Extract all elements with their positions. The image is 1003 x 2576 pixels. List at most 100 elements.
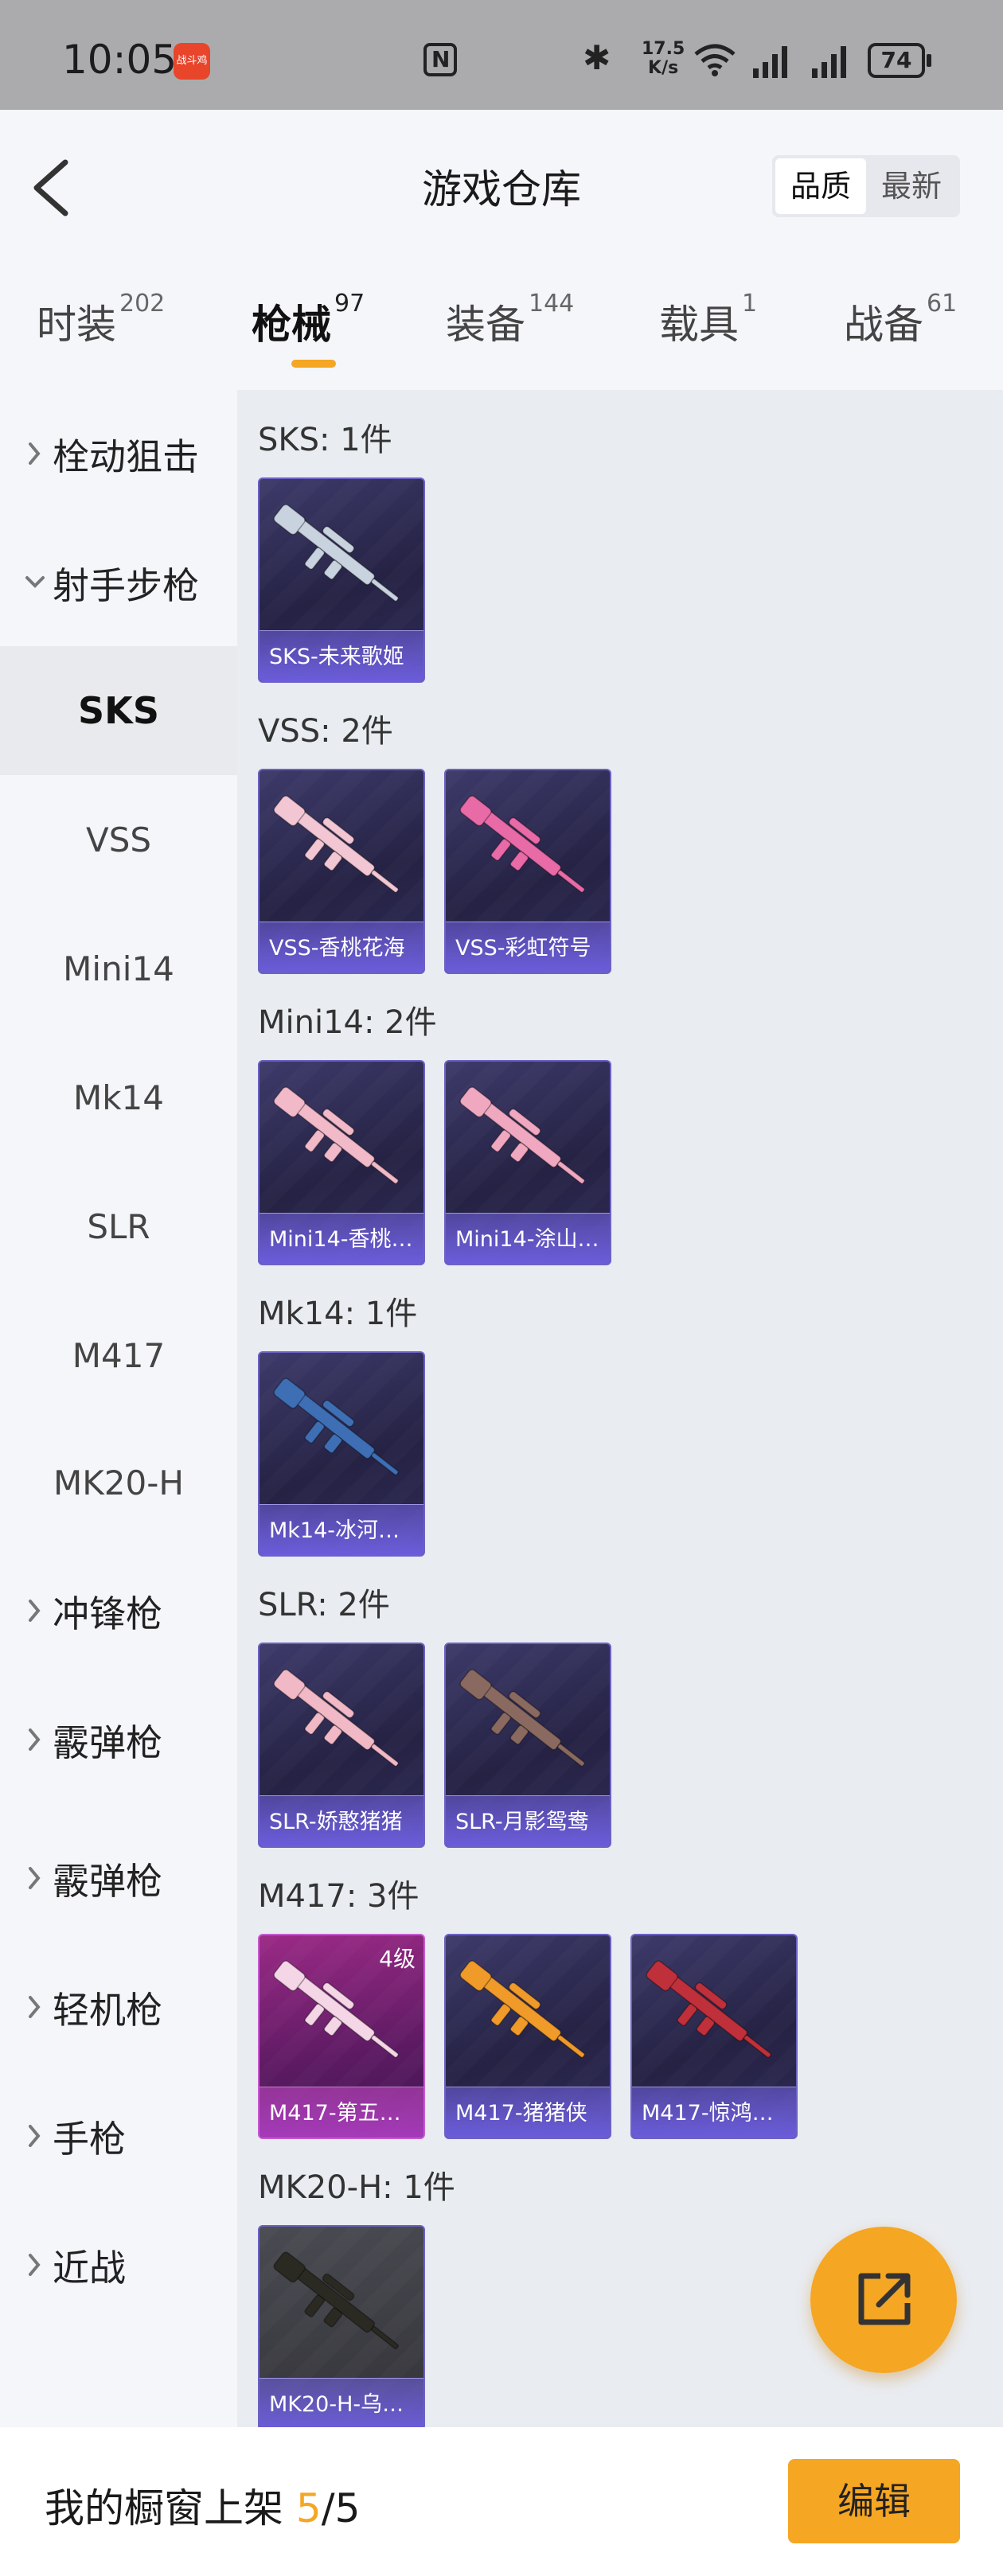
battery-icon: 74 <box>868 43 931 78</box>
sidebar-item-label: VSS <box>85 820 152 859</box>
sidebar-item[interactable]: MK20-H <box>0 1418 237 1547</box>
sidebar-item[interactable]: 栓动狙击 <box>0 390 237 519</box>
tab-label: 装备 <box>446 302 525 348</box>
notification-app-icon: 战斗鸡 <box>174 43 210 80</box>
sidebar-item[interactable]: 近战 <box>0 2201 237 2330</box>
section-title: M417: 3件 <box>258 1878 420 1915</box>
weapon-name: MK20-H-乌… <box>269 2392 404 2417</box>
sidebar-item[interactable]: 手枪 <box>0 2072 237 2201</box>
weapon-card[interactable]: VSS-彩虹符号 <box>444 769 611 974</box>
weapon-card[interactable]: M417-惊鸿… <box>630 1934 798 2139</box>
category-tabs: 时装 202 枪械 97 装备 144 载具 1 战备 61 <box>0 261 1003 390</box>
sidebar-item-label: M417 <box>72 1335 166 1375</box>
weapon-card[interactable]: SLR-娇憨猪猪 <box>258 1643 425 1848</box>
sort-toggle: 品质 最新 <box>772 155 960 217</box>
tab-firearms[interactable]: 枪械 97 <box>252 290 365 350</box>
sidebar-item[interactable]: SKS <box>0 646 237 775</box>
rifle-icon <box>273 1669 400 1767</box>
weapon-name: M417-猪猪侠 <box>455 2101 587 2126</box>
network-speed: 17.5 K/s <box>642 40 685 78</box>
sidebar-item-label: 霰弹枪 <box>53 1860 162 1903</box>
section-title: Mk14: 1件 <box>258 1296 418 1332</box>
tab-label: 载具 <box>659 302 739 348</box>
weapon-name: SLR-娇憨猪猪 <box>269 1810 403 1834</box>
weapon-card[interactable]: SLR-月影鸳鸯 <box>444 1643 611 1848</box>
tab-count: 202 <box>119 290 166 318</box>
sidebar-item[interactable]: Mk14 <box>0 1033 237 1162</box>
showcase-total: 5 <box>334 2485 361 2531</box>
net-speed-unit: K/s <box>648 58 679 78</box>
weapon-card[interactable]: MK20-H-乌… <box>258 2225 425 2430</box>
signal-icon-2 <box>812 46 846 78</box>
sidebar-item-label: Mk14 <box>72 1078 164 1117</box>
showcase-separator: / <box>321 2485 335 2531</box>
sidebar-item-label: 手枪 <box>53 2118 126 2161</box>
tab-fashion[interactable]: 时装 202 <box>37 290 166 350</box>
sidebar-item[interactable]: 射手步枪 <box>0 519 237 648</box>
showcase-label: 我的橱窗上架 <box>45 2485 283 2531</box>
sidebar-item[interactable]: Mini14 <box>0 904 237 1033</box>
status-time: 10:05 <box>62 37 178 83</box>
sidebar-item[interactable]: 霰弹枪 <box>0 1814 237 1943</box>
weapon-card[interactable]: SKS-未来歌姬 <box>258 477 425 683</box>
chevron-right-icon <box>29 442 41 465</box>
sidebar-item[interactable]: 霰弹枪 <box>0 1676 237 1805</box>
tab-label: 枪械 <box>252 302 331 348</box>
signal-icon <box>753 46 787 78</box>
sidebar-item-label: MK20-H <box>53 1463 184 1502</box>
rifle-icon <box>459 795 586 894</box>
showcase-status: 我的橱窗上架 5/5 <box>45 2477 360 2534</box>
chevron-right-icon <box>29 1728 41 1751</box>
sort-newest-button[interactable]: 最新 <box>866 158 957 214</box>
rifle-icon <box>459 1669 586 1767</box>
tab-vehicles[interactable]: 载具 1 <box>659 290 757 350</box>
tab-label: 时装 <box>37 302 116 348</box>
sidebar-item-label: 轻机枪 <box>53 1989 162 2032</box>
chevron-right-icon <box>29 1867 41 1889</box>
chevron-down-icon <box>25 576 45 588</box>
tab-count: 61 <box>927 290 958 318</box>
sidebar-item[interactable]: 轻机枪 <box>0 1943 237 2072</box>
sidebar-item[interactable]: 冲锋枪 <box>0 1547 237 1676</box>
chevron-right-icon <box>29 2254 41 2276</box>
weapon-name: VSS-彩虹符号 <box>455 936 591 961</box>
chevron-right-icon <box>29 1996 41 2018</box>
sidebar-item[interactable]: VSS <box>0 775 237 904</box>
tab-label: 战备 <box>844 302 923 348</box>
rifle-icon <box>273 1378 400 1476</box>
weapon-card[interactable]: 4级 M417-第五… <box>258 1934 425 2139</box>
tab-gear[interactable]: 战备 61 <box>844 290 958 350</box>
weapon-name: Mk14-冰河… <box>269 1518 400 1543</box>
tab-count: 97 <box>334 290 365 318</box>
category-sidebar: 栓动狙击射手步枪 SKS VSS Mini14 Mk14 SLR M417 MK20-H 冲锋枪… <box>0 390 237 2427</box>
wifi-icon <box>694 44 736 76</box>
weapon-card[interactable]: M417-猪猪侠 <box>444 1934 611 2139</box>
sidebar-item-label: 栓动狙击 <box>53 435 199 478</box>
rifle-icon <box>273 2251 400 2350</box>
sidebar-item[interactable]: SLR <box>0 1162 237 1291</box>
weapon-name: VSS-香桃花海 <box>269 936 405 961</box>
sidebar-item-label: 射手步枪 <box>53 564 199 607</box>
weapon-card[interactable]: Mk14-冰河… <box>258 1351 425 1557</box>
weapon-name: M417-惊鸿… <box>642 2101 774 2126</box>
weapon-card[interactable]: VSS-香桃花海 <box>258 769 425 974</box>
sort-quality-button[interactable]: 品质 <box>775 158 866 214</box>
section-title: Mini14: 2件 <box>258 1004 437 1041</box>
sidebar-item-label: 霰弹枪 <box>53 1721 162 1764</box>
weapon-name: Mini14-涂山… <box>455 1227 599 1252</box>
weapon-card[interactable]: Mini14-涂山… <box>444 1060 611 1265</box>
edit-button[interactable]: 编辑 <box>788 2459 960 2543</box>
sidebar-item-label: SKS <box>78 689 159 732</box>
weapon-name: Mini14-香桃… <box>269 1227 413 1252</box>
sidebar-item[interactable]: M417 <box>0 1291 237 1420</box>
sidebar-item-label: Mini14 <box>63 949 174 988</box>
share-button[interactable] <box>810 2227 957 2373</box>
section-title: SLR: 2件 <box>258 1587 390 1623</box>
tab-equipment[interactable]: 装备 144 <box>446 290 574 350</box>
section-title: MK20-H: 1件 <box>258 2169 455 2206</box>
level-badge: 4级 <box>379 1946 416 1972</box>
sidebar-item-label: 近战 <box>53 2247 126 2290</box>
chevron-right-icon <box>29 2125 41 2147</box>
weapon-card[interactable]: Mini14-香桃… <box>258 1060 425 1265</box>
bottom-bar: 我的橱窗上架 5/5 编辑 <box>0 2427 1003 2576</box>
